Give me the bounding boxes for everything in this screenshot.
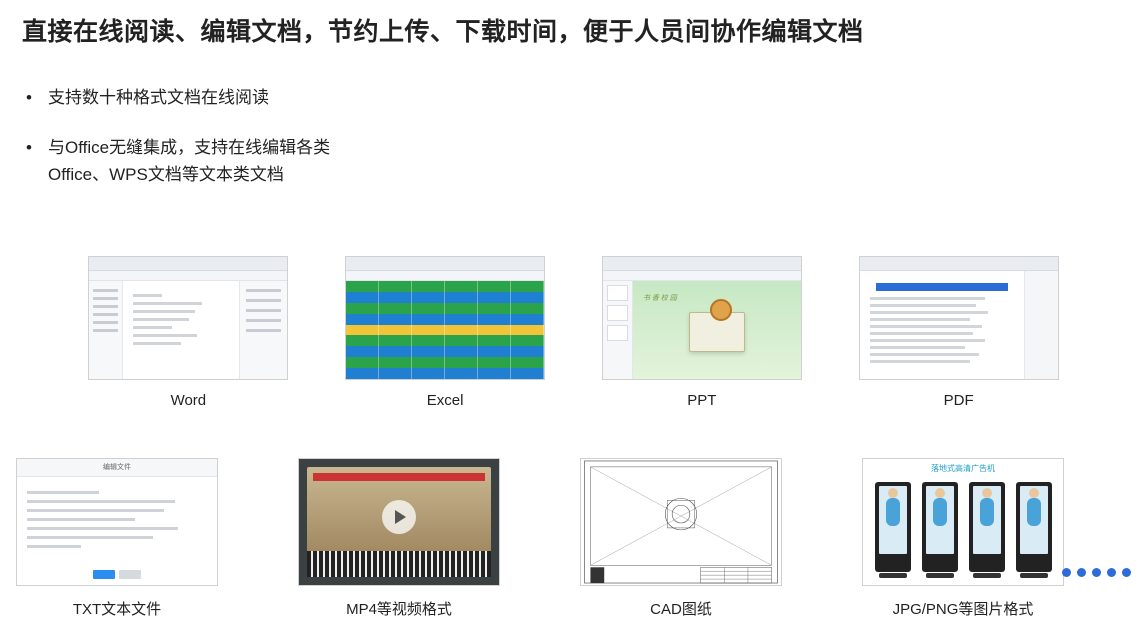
excel-thumbnail [345, 256, 545, 380]
pdf-thumbnail [859, 256, 1059, 380]
caption-word: Word [171, 392, 207, 409]
play-icon[interactable] [382, 500, 416, 534]
txt-buttons [93, 570, 141, 579]
format-cell-pdf: PDF [859, 256, 1059, 409]
dot-icon [1092, 568, 1101, 577]
mp4-thumbnail [298, 458, 500, 586]
format-cell-excel: Excel [345, 256, 545, 409]
page-dots [1062, 568, 1131, 577]
format-cell-word: Word [88, 256, 288, 409]
bullet-list: 支持数十种格式文档在线阅读 与Office无缝集成，支持在线编辑各类Office… [26, 85, 386, 212]
format-row-1: Word Excel 书 香 校 园 [0, 256, 1147, 409]
caption-pdf: PDF [944, 392, 974, 409]
txt-header-label: 编辑文件 [17, 459, 217, 477]
format-cell-ppt: 书 香 校 园 PPT [602, 256, 802, 409]
caption-cad: CAD图纸 [650, 598, 712, 619]
format-cell-txt: 编辑文件 TXT文本文件 [16, 458, 218, 619]
caption-jpg: JPG/PNG等图片格式 [893, 598, 1034, 619]
jpg-thumbnail: 落地式高清广告机 [862, 458, 1064, 586]
caption-excel: Excel [427, 392, 464, 409]
format-cell-jpg: 落地式高清广告机 JPG/PNG等图片格式 [862, 458, 1064, 619]
format-cell-mp4: MP4等视频格式 [298, 458, 500, 619]
slide-title: 直接在线阅读、编辑文档，节约上传、下载时间，便于人员间协作编辑文档 [22, 12, 864, 48]
dot-icon [1062, 568, 1071, 577]
dot-icon [1077, 568, 1086, 577]
confirm-button[interactable] [93, 570, 115, 579]
ppt-thumbnail: 书 香 校 园 [602, 256, 802, 380]
jpg-header-label: 落地式高清广告机 [863, 459, 1063, 478]
cancel-button[interactable] [119, 570, 141, 579]
cad-thumbnail [580, 458, 782, 586]
txt-thumbnail: 编辑文件 [16, 458, 218, 586]
bullet-item: 与Office无缝集成，支持在线编辑各类Office、WPS文档等文本类文档 [26, 135, 386, 188]
caption-ppt: PPT [687, 392, 716, 409]
format-cell-cad: CAD图纸 [580, 458, 782, 619]
caption-txt: TXT文本文件 [73, 598, 161, 619]
dot-icon [1107, 568, 1116, 577]
format-row-2: 编辑文件 TXT文本文件 MP4等视频格式 [0, 458, 1147, 619]
bullet-item: 支持数十种格式文档在线阅读 [26, 85, 386, 111]
dot-icon [1122, 568, 1131, 577]
caption-mp4: MP4等视频格式 [346, 598, 452, 619]
word-thumbnail [88, 256, 288, 380]
